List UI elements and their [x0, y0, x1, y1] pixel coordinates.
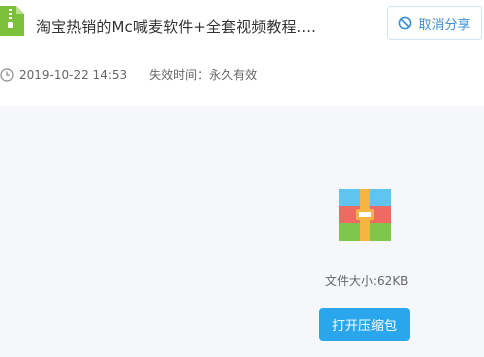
zip-file-icon	[0, 6, 24, 36]
share-meta: 2019-10-22 14:53 失效时间： 永久有效	[0, 66, 257, 83]
open-archive-button[interactable]: 打开压缩包	[319, 308, 410, 341]
preview-area	[0, 106, 484, 357]
share-header: 淘宝热销的Mc喊麦软件+全套视频教程.... 取消分享 2019-10-22 1…	[0, 0, 484, 105]
cancel-share-button[interactable]: 取消分享	[387, 6, 482, 40]
file-title: 淘宝热销的Mc喊麦软件+全套视频教程....	[36, 18, 317, 36]
ban-icon	[399, 16, 412, 30]
archive-icon	[339, 189, 391, 241]
expiry-label: 失效时间：	[149, 68, 210, 82]
expiry-value: 永久有效	[209, 68, 258, 82]
share-time: 2019-10-22 14:53	[19, 67, 128, 82]
cancel-share-label: 取消分享	[418, 17, 471, 33]
file-size: 文件大小:62KB	[325, 274, 409, 288]
clock-icon	[0, 67, 14, 82]
